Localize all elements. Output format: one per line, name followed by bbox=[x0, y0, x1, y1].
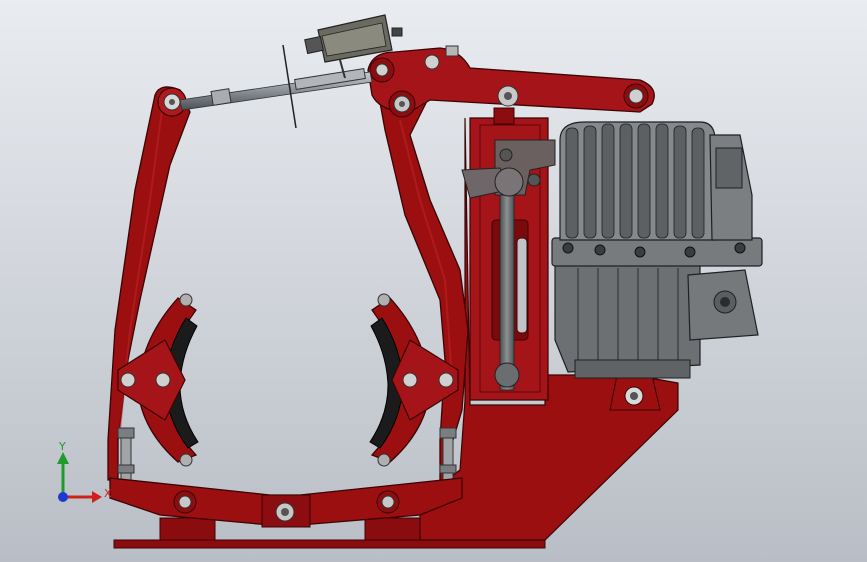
axis-x-label: X bbox=[104, 487, 112, 500]
axis-y-label: Y bbox=[58, 440, 66, 453]
brake-assembly-drawing: Y X bbox=[57, 14, 763, 549]
top-lever bbox=[367, 45, 655, 125]
electro-hydraulic-thruster bbox=[551, 121, 763, 379]
coordinate-triad-icon: Y X bbox=[57, 440, 112, 503]
cad-viewport[interactable]: Y X bbox=[0, 0, 867, 562]
